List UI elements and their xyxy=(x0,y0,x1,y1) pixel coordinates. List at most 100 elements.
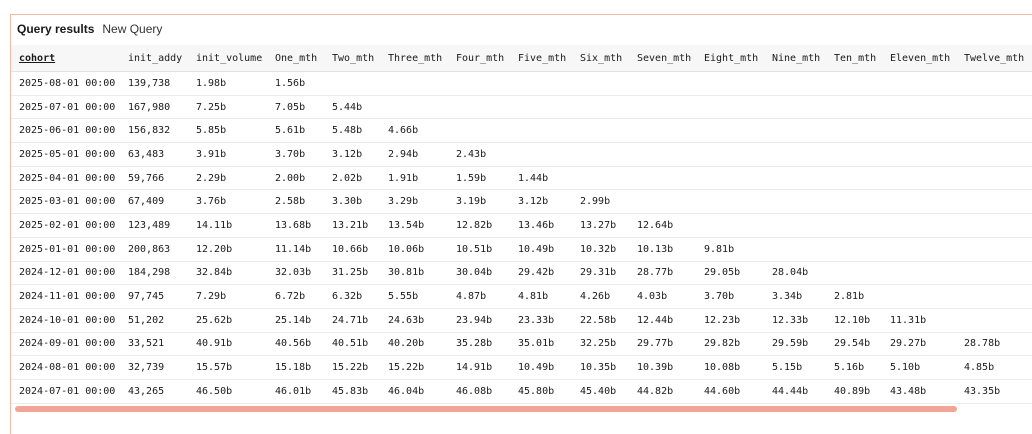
horizontal-scrollbar[interactable] xyxy=(15,406,957,412)
table-cell: 32,739 xyxy=(120,355,188,380)
table-cell: 13.54b xyxy=(380,213,448,238)
table-cell: 2024-09-01 00:00 xyxy=(11,332,120,357)
table-cell xyxy=(882,213,956,238)
column-header-eight-mth[interactable]: Eight_mth xyxy=(696,45,764,72)
table-cell: 12.23b xyxy=(696,308,764,333)
table-cell: 2.43b xyxy=(448,142,510,167)
table-cell: 2025-08-01 00:00 xyxy=(11,71,120,96)
table-cell xyxy=(956,189,1032,215)
table-cell: 12.82b xyxy=(448,213,510,238)
table-cell: 33,521 xyxy=(120,332,188,357)
table-cell: 44.60b xyxy=(696,379,764,404)
query-name[interactable]: New Query xyxy=(102,22,162,36)
table-cell: 3.91b xyxy=(188,142,267,167)
table-cell: 97,745 xyxy=(120,284,188,309)
results-table-container: cohort init_addy init_volume One_mth Two_mth… xyxy=(11,45,1032,404)
table-cell: 46.04b xyxy=(380,379,448,404)
table-cell: 45.40b xyxy=(572,379,629,404)
column-header-one-mth[interactable]: One_mth xyxy=(267,45,324,72)
table-cell: 46.01b xyxy=(267,379,324,404)
column-header-four-mth[interactable]: Four_mth xyxy=(448,45,510,72)
table-cell xyxy=(956,118,1032,144)
column-header-seven-mth[interactable]: Seven_mth xyxy=(629,45,696,72)
table-cell: 45.83b xyxy=(324,379,380,404)
table-cell: 4.03b xyxy=(629,284,696,309)
column-header-nine-mth[interactable]: Nine_mth xyxy=(764,45,826,72)
table-cell: 40.56b xyxy=(267,332,324,357)
table-cell: 4.26b xyxy=(572,284,629,309)
table-cell: 14.11b xyxy=(188,213,267,238)
table-cell: 12.44b xyxy=(629,308,696,333)
table-cell xyxy=(380,71,448,96)
column-header-cohort[interactable]: cohort xyxy=(11,45,120,72)
table-cell: 139,738 xyxy=(120,71,188,96)
table-row: 2025-01-01 00:00 200,863 12.20b 11.14b 10.66… xyxy=(11,237,1032,262)
table-cell xyxy=(696,71,764,96)
table-cell: 2.02b xyxy=(324,166,380,191)
table-cell: 29.05b xyxy=(696,261,764,286)
table-row: 2025-04-01 00:00 59,766 2.29b 2.00b 2.02b 1.9… xyxy=(11,166,1032,191)
table-cell: 15.57b xyxy=(188,355,267,380)
table-cell xyxy=(572,166,629,191)
table-cell: 28.77b xyxy=(629,261,696,286)
table-cell: 3.34b xyxy=(764,284,826,309)
table-cell xyxy=(764,166,826,191)
table-cell: 29.54b xyxy=(826,332,882,357)
table-cell: 5.44b xyxy=(324,95,380,120)
table-row: 2025-07-01 00:00 167,980 7.25b 7.05b 5.44b xyxy=(11,95,1032,120)
table-cell: 43,265 xyxy=(120,379,188,404)
table-cell: 3.76b xyxy=(188,189,267,215)
table-cell: 5.10b xyxy=(882,355,956,380)
column-header-six-mth[interactable]: Six_mth xyxy=(572,45,629,72)
column-header-twelve-mth[interactable]: Twelve_mth xyxy=(956,45,1032,72)
table-row: 2025-05-01 00:00 63,483 3.91b 3.70b 3.12b 2.9… xyxy=(11,142,1032,167)
table-cell: 51,202 xyxy=(120,308,188,333)
table-cell: 1.91b xyxy=(380,166,448,191)
table-cell: 30.81b xyxy=(380,261,448,286)
table-cell: 3.12b xyxy=(510,189,572,215)
table-row: 2024-11-01 00:00 97,745 7.29b 6.72b 6.32b 5.5… xyxy=(11,284,1032,309)
table-cell xyxy=(882,71,956,96)
table-cell: 2.81b xyxy=(826,284,882,309)
table-cell: 12.64b xyxy=(629,213,696,238)
table-cell: 2.00b xyxy=(267,166,324,191)
table-cell: 43.48b xyxy=(882,379,956,404)
table-cell: 10.49b xyxy=(510,237,572,262)
table-cell xyxy=(882,237,956,262)
table-cell xyxy=(826,71,882,96)
table-cell: 35.01b xyxy=(510,332,572,357)
table-cell: 156,832 xyxy=(120,118,188,144)
table-cell: 15.18b xyxy=(267,355,324,380)
table-cell: 28.78b xyxy=(956,332,1032,357)
table-cell: 1.59b xyxy=(448,166,510,191)
table-cell: 2025-07-01 00:00 xyxy=(11,95,120,120)
column-header-init-addy[interactable]: init_addy xyxy=(120,45,188,72)
table-cell: 2.29b xyxy=(188,166,267,191)
table-cell: 10.13b xyxy=(629,237,696,262)
column-header-init-volume[interactable]: init_volume xyxy=(188,45,267,72)
table-cell: 13.21b xyxy=(324,213,380,238)
table-cell: 40.89b xyxy=(826,379,882,404)
table-cell: 5.15b xyxy=(764,355,826,380)
column-header-five-mth[interactable]: Five_mth xyxy=(510,45,572,72)
table-row: 2025-06-01 00:00 156,832 5.85b 5.61b 5.48b 4.… xyxy=(11,118,1032,144)
table-cell xyxy=(826,213,882,238)
table-cell: 3.19b xyxy=(448,189,510,215)
table-cell xyxy=(572,95,629,120)
table-row: 2024-12-01 00:00 184,298 32.84b 32.03b 31.25… xyxy=(11,261,1032,286)
table-cell: 23.33b xyxy=(510,308,572,333)
table-cell: 10.66b xyxy=(324,237,380,262)
table-cell: 59,766 xyxy=(120,166,188,191)
table-cell: 10.06b xyxy=(380,237,448,262)
table-header-row: cohort init_addy init_volume One_mth Two_mth… xyxy=(11,45,1032,72)
table-cell: 29.42b xyxy=(510,261,572,286)
column-header-ten-mth[interactable]: Ten_mth xyxy=(826,45,882,72)
table-cell: 2.99b xyxy=(572,189,629,215)
column-header-eleven-mth[interactable]: Eleven_mth xyxy=(882,45,956,72)
table-cell xyxy=(510,118,572,144)
table-row: 2025-03-01 00:00 67,409 3.76b 2.58b 3.30b 3.2… xyxy=(11,189,1032,215)
column-header-two-mth[interactable]: Two_mth xyxy=(324,45,380,72)
table-cell xyxy=(826,261,882,286)
column-header-three-mth[interactable]: Three_mth xyxy=(380,45,448,72)
table-cell: 2025-06-01 00:00 xyxy=(11,118,120,144)
